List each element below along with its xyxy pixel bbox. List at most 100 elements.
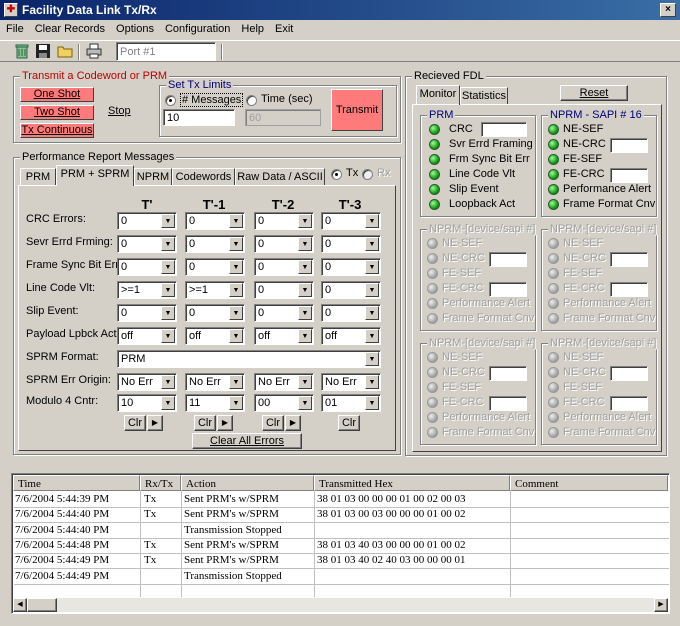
time-radio[interactable] bbox=[246, 95, 257, 106]
line-code-combo[interactable]: >=1 ▼ bbox=[117, 281, 177, 299]
tab-prm[interactable]: PRM bbox=[20, 168, 56, 185]
play-icon[interactable]: ▶ bbox=[217, 415, 233, 431]
dropdown-arrow-icon[interactable]: ▼ bbox=[161, 375, 175, 389]
tab-statistics[interactable]: Statistics bbox=[460, 87, 508, 104]
stop-button[interactable]: Stop bbox=[108, 105, 131, 117]
rx-radio[interactable] bbox=[362, 169, 373, 180]
messages-input[interactable]: 10 bbox=[163, 109, 235, 126]
horizontal-scrollbar[interactable]: ◀ ▶ bbox=[13, 598, 668, 612]
modulo-combo[interactable]: 11 ▼ bbox=[185, 394, 245, 412]
tx-continuous-button[interactable]: Tx Continuous bbox=[20, 123, 94, 138]
clear-all-errors-button[interactable]: Clear All Errors bbox=[192, 433, 302, 449]
open-folder-icon[interactable] bbox=[55, 43, 75, 61]
dropdown-arrow-icon[interactable]: ▼ bbox=[298, 260, 312, 274]
two-shot-button[interactable]: Two Shot bbox=[20, 105, 94, 120]
menu-help[interactable]: Help bbox=[235, 20, 269, 35]
crc-combo[interactable]: 0 ▼ bbox=[117, 212, 177, 230]
tab-raw-data[interactable]: Raw Data / ASCII bbox=[235, 168, 325, 185]
payload-lpbck-combo[interactable]: off ▼ bbox=[254, 327, 314, 345]
sevr-errd-combo[interactable]: 0 ▼ bbox=[185, 235, 245, 253]
messages-radio[interactable] bbox=[165, 95, 176, 106]
dropdown-arrow-icon[interactable]: ▼ bbox=[229, 329, 243, 343]
dropdown-arrow-icon[interactable]: ▼ bbox=[229, 306, 243, 320]
close-button[interactable]: × bbox=[660, 3, 676, 17]
menu-clear-records[interactable]: Clear Records bbox=[29, 20, 110, 35]
slip-event-combo[interactable]: 0 ▼ bbox=[254, 304, 314, 322]
sevr-errd-combo[interactable]: 0 ▼ bbox=[321, 235, 381, 253]
dropdown-arrow-icon[interactable]: ▼ bbox=[229, 396, 243, 410]
line-code-combo[interactable]: >=1 ▼ bbox=[185, 281, 245, 299]
line-code-combo[interactable]: 0 ▼ bbox=[321, 281, 381, 299]
play-icon[interactable]: ▶ bbox=[285, 415, 301, 431]
dropdown-arrow-icon[interactable]: ▼ bbox=[298, 283, 312, 297]
dropdown-arrow-icon[interactable]: ▼ bbox=[365, 396, 379, 410]
scroll-right-icon[interactable]: ▶ bbox=[654, 598, 668, 612]
play-icon[interactable]: ▶ bbox=[147, 415, 163, 431]
modulo-combo[interactable]: 01 ▼ bbox=[321, 394, 381, 412]
frame-sync-combo[interactable]: 0 ▼ bbox=[321, 258, 381, 276]
dropdown-arrow-icon[interactable]: ▼ bbox=[365, 352, 379, 366]
log-header-action[interactable]: Action bbox=[181, 475, 314, 491]
scroll-thumb[interactable] bbox=[27, 598, 57, 612]
frame-sync-combo[interactable]: 0 ▼ bbox=[117, 258, 177, 276]
menu-exit[interactable]: Exit bbox=[269, 20, 298, 35]
sprm-err-combo[interactable]: No Err ▼ bbox=[117, 373, 177, 391]
dropdown-arrow-icon[interactable]: ▼ bbox=[298, 396, 312, 410]
dropdown-arrow-icon[interactable]: ▼ bbox=[365, 283, 379, 297]
dropdown-arrow-icon[interactable]: ▼ bbox=[365, 306, 379, 320]
dropdown-arrow-icon[interactable]: ▼ bbox=[161, 306, 175, 320]
slip-event-combo[interactable]: 0 ▼ bbox=[321, 304, 381, 322]
crc-combo[interactable]: 0 ▼ bbox=[254, 212, 314, 230]
log-header-time[interactable]: Time bbox=[13, 475, 140, 491]
sprm-err-combo[interactable]: No Err ▼ bbox=[254, 373, 314, 391]
time-input[interactable]: 60 bbox=[245, 109, 321, 126]
port-field[interactable]: Port #1 bbox=[116, 42, 216, 61]
clr-button[interactable]: Clr bbox=[194, 415, 216, 431]
sevr-errd-combo[interactable]: 0 ▼ bbox=[117, 235, 177, 253]
tx-radio[interactable] bbox=[331, 169, 342, 180]
dropdown-arrow-icon[interactable]: ▼ bbox=[365, 329, 379, 343]
transmit-button[interactable]: Transmit bbox=[331, 89, 383, 131]
clr-button[interactable]: Clr bbox=[124, 415, 146, 431]
crc-combo[interactable]: 0 ▼ bbox=[185, 212, 245, 230]
scroll-left-icon[interactable]: ◀ bbox=[13, 598, 27, 612]
payload-lpbck-combo[interactable]: off ▼ bbox=[185, 327, 245, 345]
dropdown-arrow-icon[interactable]: ▼ bbox=[161, 260, 175, 274]
payload-lpbck-combo[interactable]: off ▼ bbox=[321, 327, 381, 345]
dropdown-arrow-icon[interactable]: ▼ bbox=[365, 260, 379, 274]
clr-button[interactable]: Clr bbox=[338, 415, 360, 431]
menu-file[interactable]: File bbox=[0, 20, 29, 35]
dropdown-arrow-icon[interactable]: ▼ bbox=[365, 214, 379, 228]
dropdown-arrow-icon[interactable]: ▼ bbox=[229, 260, 243, 274]
dropdown-arrow-icon[interactable]: ▼ bbox=[161, 396, 175, 410]
sprm-err-combo[interactable]: No Err ▼ bbox=[185, 373, 245, 391]
reset-button[interactable]: Reset bbox=[560, 85, 628, 101]
tab-nprm[interactable]: NPRM bbox=[134, 168, 172, 185]
dropdown-arrow-icon[interactable]: ▼ bbox=[229, 375, 243, 389]
modulo-combo[interactable]: 10 ▼ bbox=[117, 394, 177, 412]
dropdown-arrow-icon[interactable]: ▼ bbox=[161, 283, 175, 297]
frame-sync-combo[interactable]: 0 ▼ bbox=[254, 258, 314, 276]
tab-monitor[interactable]: Monitor bbox=[416, 85, 460, 105]
one-shot-button[interactable]: One Shot bbox=[20, 87, 94, 102]
dropdown-arrow-icon[interactable]: ▼ bbox=[298, 214, 312, 228]
dropdown-arrow-icon[interactable]: ▼ bbox=[229, 237, 243, 251]
dropdown-arrow-icon[interactable]: ▼ bbox=[365, 375, 379, 389]
dropdown-arrow-icon[interactable]: ▼ bbox=[298, 375, 312, 389]
dropdown-arrow-icon[interactable]: ▼ bbox=[298, 237, 312, 251]
log-header-rxtx[interactable]: Rx/Tx bbox=[140, 475, 181, 491]
dropdown-arrow-icon[interactable]: ▼ bbox=[161, 214, 175, 228]
dropdown-arrow-icon[interactable]: ▼ bbox=[365, 237, 379, 251]
menu-configuration[interactable]: Configuration bbox=[159, 20, 235, 35]
modulo-combo[interactable]: 00 ▼ bbox=[254, 394, 314, 412]
sprm-err-combo[interactable]: No Err ▼ bbox=[321, 373, 381, 391]
dropdown-arrow-icon[interactable]: ▼ bbox=[298, 306, 312, 320]
frame-sync-combo[interactable]: 0 ▼ bbox=[185, 258, 245, 276]
recycle-icon[interactable] bbox=[12, 43, 32, 61]
log-header-hex[interactable]: Transmitted Hex bbox=[314, 475, 510, 491]
dropdown-arrow-icon[interactable]: ▼ bbox=[161, 237, 175, 251]
dropdown-arrow-icon[interactable]: ▼ bbox=[298, 329, 312, 343]
dropdown-arrow-icon[interactable]: ▼ bbox=[229, 283, 243, 297]
printer-icon[interactable] bbox=[84, 43, 104, 61]
payload-lpbck-combo[interactable]: off ▼ bbox=[117, 327, 177, 345]
